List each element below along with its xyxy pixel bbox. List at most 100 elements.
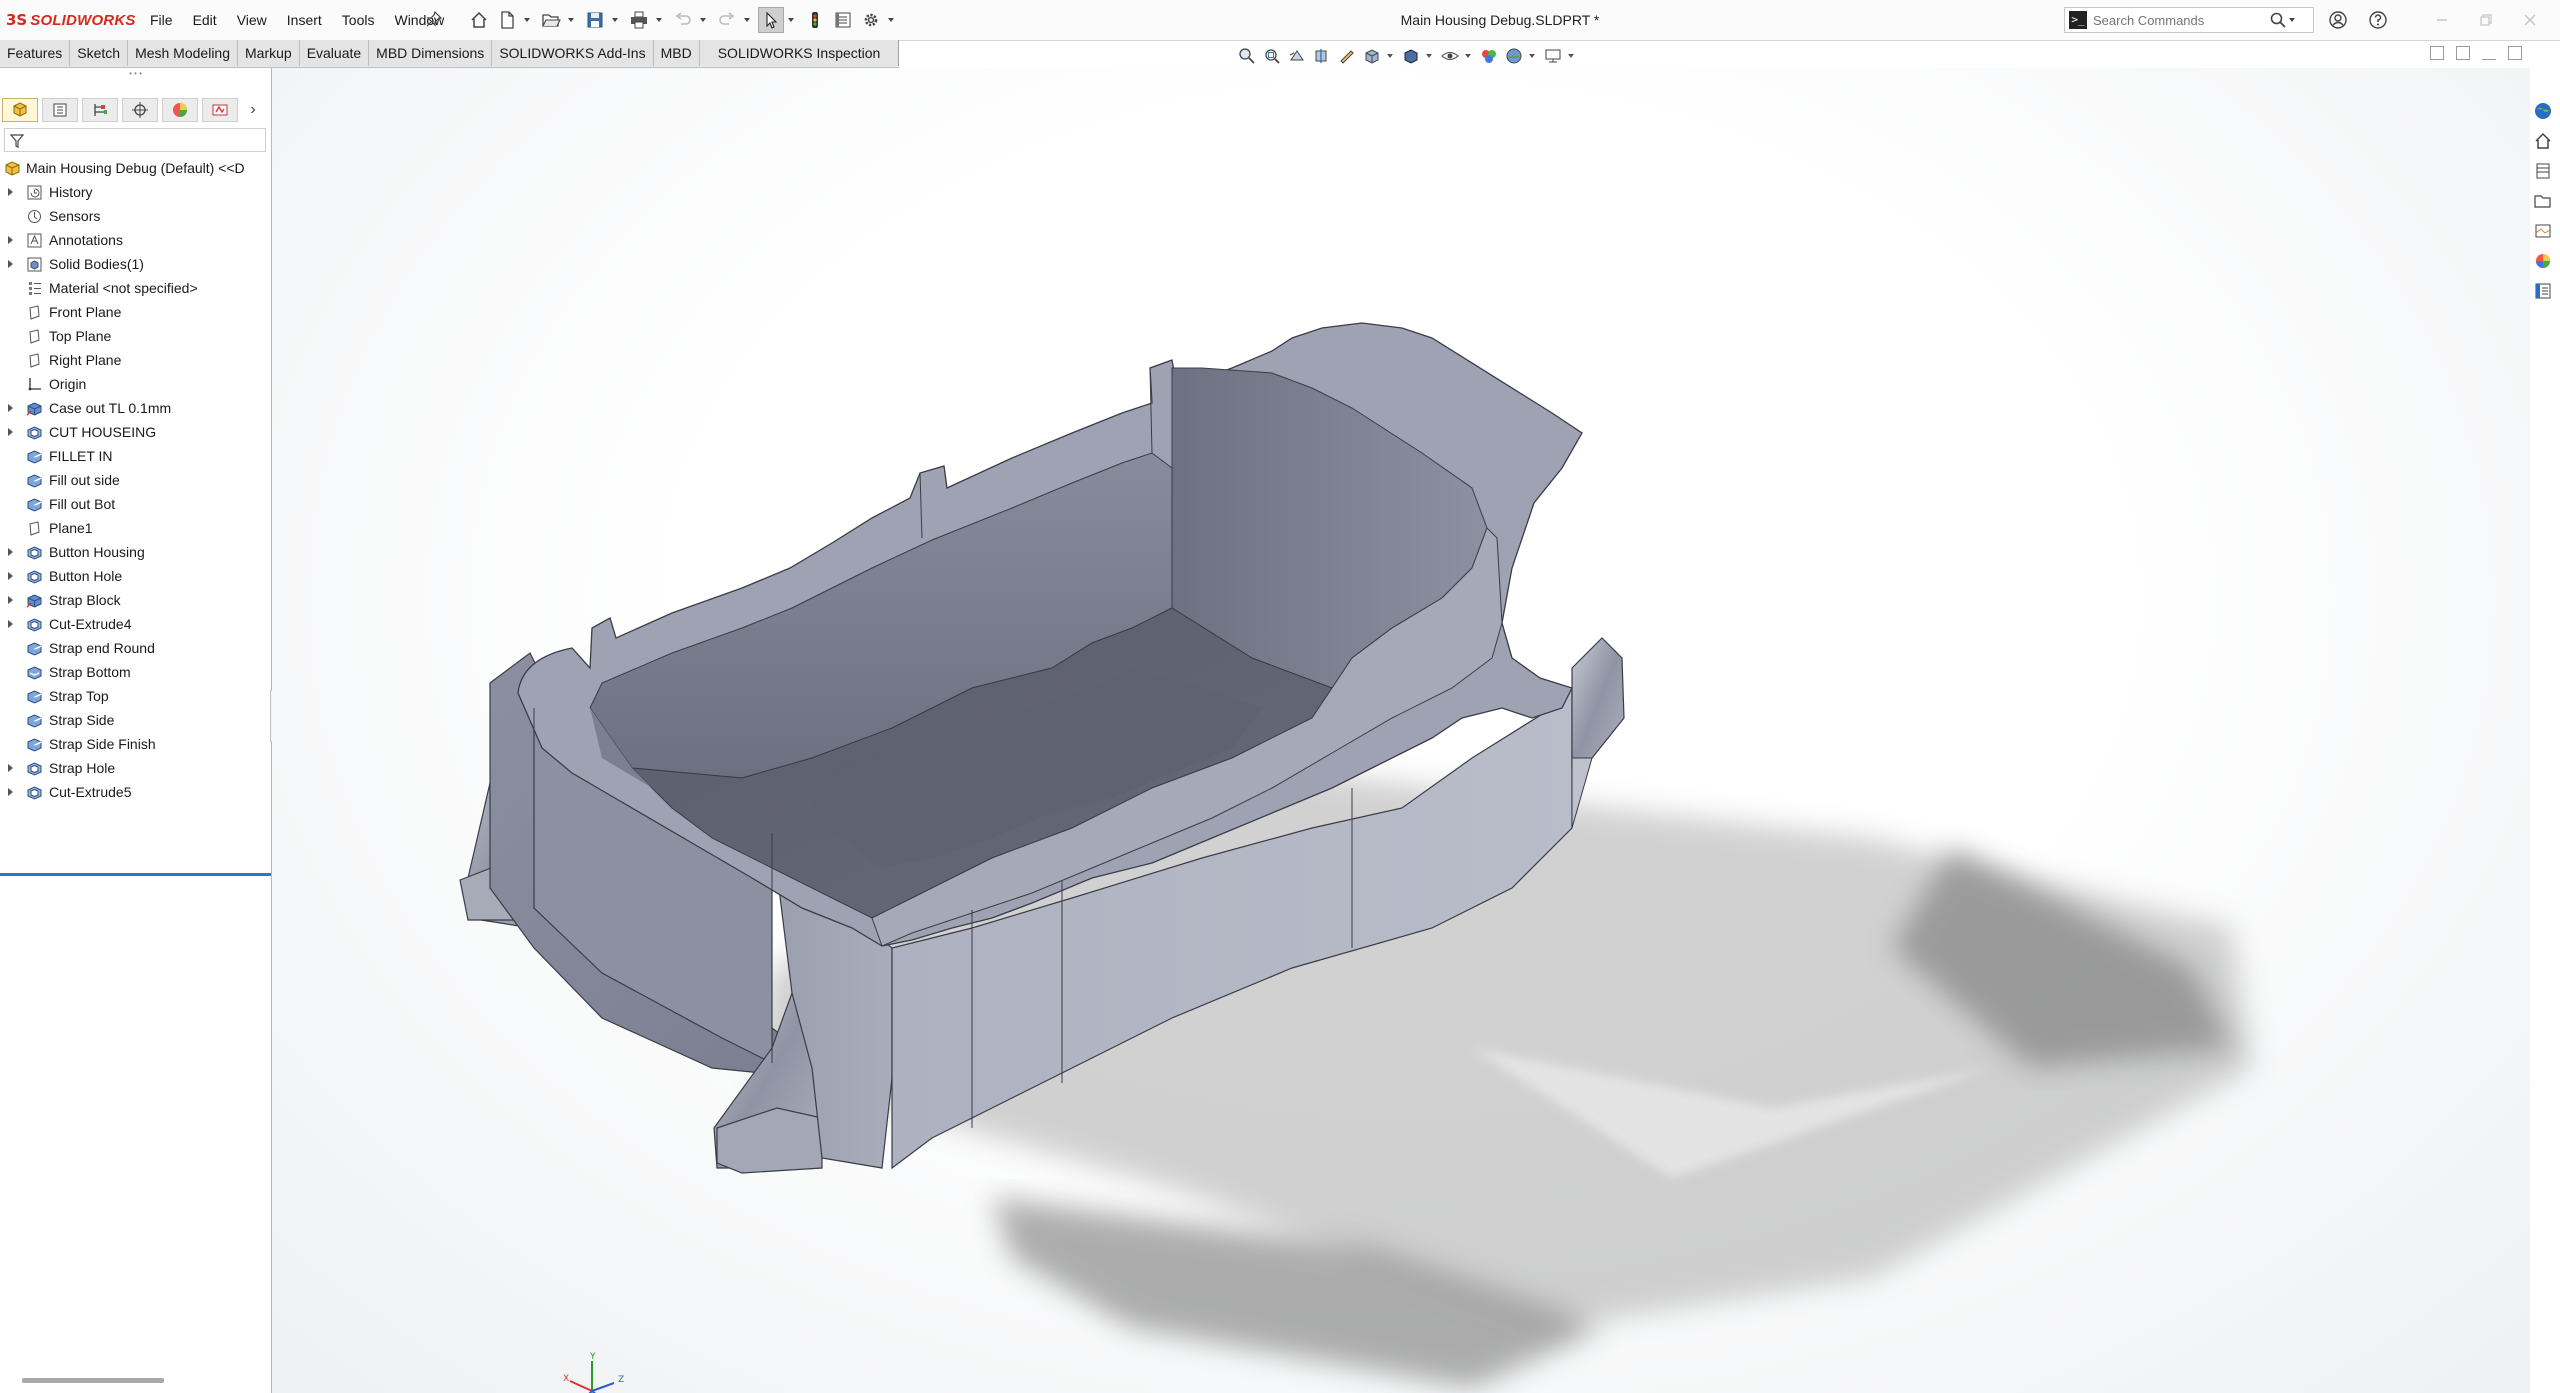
tree-item-plane1[interactable]: Plane1 (0, 516, 270, 540)
tree-item-annotations[interactable]: Annotations (0, 228, 270, 252)
view-settings-button[interactable] (1542, 45, 1564, 67)
tree-item-case-out-tl-0-1mm[interactable]: Case out TL 0.1mm (0, 396, 270, 420)
display-style-dropdown[interactable] (1425, 45, 1433, 67)
zoom-to-area-button[interactable] (1261, 45, 1283, 67)
displaymanager-tab[interactable] (162, 98, 198, 122)
new-document-button[interactable] (494, 7, 520, 33)
more-tabs-arrow[interactable]: › (242, 98, 264, 122)
custom-properties-tab[interactable] (2530, 278, 2556, 304)
home-button[interactable] (466, 7, 492, 33)
dynamic-annotation-button[interactable] (1336, 45, 1358, 67)
tree-item-strap-block[interactable]: Strap Block (0, 588, 270, 612)
search-commands-box[interactable]: >_ (2064, 7, 2314, 33)
help-button[interactable] (2366, 8, 2390, 32)
hide-show-dropdown[interactable] (1464, 45, 1472, 67)
tree-item-strap-end-round[interactable]: Strap end Round (0, 636, 270, 660)
tab-evaluate[interactable]: Evaluate (299, 40, 370, 66)
tree-item-history[interactable]: History (0, 180, 270, 204)
save-dropdown[interactable] (610, 7, 620, 33)
tree-root[interactable]: Main Housing Debug (Default) <<D (0, 156, 270, 180)
redo-button[interactable] (714, 7, 740, 33)
home-tab[interactable] (2530, 128, 2556, 154)
section-view-button[interactable] (1311, 45, 1333, 67)
search-dropdown[interactable] (2287, 11, 2297, 29)
menu-edit[interactable]: Edit (193, 12, 217, 28)
zoom-to-fit-button[interactable] (1236, 45, 1258, 67)
rebuild-button[interactable] (802, 7, 828, 33)
tree-item-cut-extrude4[interactable]: Cut-Extrude4 (0, 612, 270, 636)
tree-item-sensors[interactable]: Sensors (0, 204, 270, 228)
print-dropdown[interactable] (654, 7, 664, 33)
expand-arrow-icon[interactable] (6, 228, 16, 252)
expand-arrow-icon[interactable] (6, 756, 16, 780)
tree-item-front-plane[interactable]: Front Plane (0, 300, 270, 324)
file-properties-button[interactable] (830, 7, 856, 33)
tree-item-origin[interactable]: Origin (0, 372, 270, 396)
tree-item-right-plane[interactable]: Right Plane (0, 348, 270, 372)
design-library-tab[interactable] (2530, 158, 2556, 184)
cam-manager-tab[interactable] (202, 98, 238, 122)
viewport-minimize-button[interactable] (2482, 46, 2496, 60)
search-input[interactable] (2093, 12, 2263, 28)
expand-arrow-icon[interactable] (6, 612, 16, 636)
graphics-area[interactable]: Y X Z (272, 68, 2530, 1393)
select-button[interactable] (758, 7, 784, 33)
expand-arrow-icon[interactable] (6, 396, 16, 420)
apply-scene-button[interactable] (1503, 45, 1525, 67)
menu-file[interactable]: File (150, 12, 173, 28)
tree-item-strap-side-finish[interactable]: Strap Side Finish (0, 732, 270, 756)
solidworks-resources-tab[interactable] (2530, 98, 2556, 124)
view-palette-tab[interactable] (2530, 218, 2556, 244)
featuremanager-tab[interactable] (2, 98, 38, 122)
tab-solidworks-add-ins[interactable]: SOLIDWORKS Add-Ins (492, 40, 654, 66)
open-button[interactable] (538, 7, 564, 33)
tree-item-fillet-in[interactable]: FILLET IN (0, 444, 270, 468)
expand-arrow-icon[interactable] (6, 180, 16, 204)
tree-item-button-hole[interactable]: Button Hole (0, 564, 270, 588)
undo-dropdown[interactable] (698, 7, 708, 33)
tree-item-cut-extrude5[interactable]: Cut-Extrude5 (0, 780, 270, 804)
tree-item-cut-houseing[interactable]: CUT HOUSEING (0, 420, 270, 444)
display-style-button[interactable] (1400, 45, 1422, 67)
expand-arrow-icon[interactable] (6, 780, 16, 804)
tab-mbd[interactable]: MBD (653, 40, 700, 66)
tab-mesh-modeling[interactable]: Mesh Modeling (128, 40, 238, 66)
scene-dropdown[interactable] (1528, 45, 1536, 67)
file-explorer-tab[interactable] (2530, 188, 2556, 214)
tree-item-button-housing[interactable]: Button Housing (0, 540, 270, 564)
rollback-bar[interactable] (0, 873, 271, 876)
appearances-tab[interactable] (2530, 248, 2556, 274)
save-button[interactable] (582, 7, 608, 33)
tree-item-fill-out-side[interactable]: Fill out side (0, 468, 270, 492)
propertymanager-tab[interactable] (42, 98, 78, 122)
options-button[interactable] (858, 7, 884, 33)
tree-item-top-plane[interactable]: Top Plane (0, 324, 270, 348)
previous-view-button[interactable] (1286, 45, 1308, 67)
redo-dropdown[interactable] (742, 7, 752, 33)
edit-appearance-button[interactable] (1478, 45, 1500, 67)
tree-item-strap-bottom[interactable]: Strap Bottom (0, 660, 270, 684)
configurationmanager-tab[interactable] (82, 98, 118, 122)
expand-arrow-icon[interactable] (6, 564, 16, 588)
hide-show-items-button[interactable] (1439, 45, 1461, 67)
expand-arrow-icon[interactable] (6, 420, 16, 444)
tab-solidworks-inspection[interactable]: SOLIDWORKS Inspection (699, 40, 900, 66)
user-account-button[interactable] (2326, 8, 2350, 32)
menu-view[interactable]: View (237, 12, 267, 28)
pin-menu-icon[interactable] (426, 11, 442, 27)
undo-button[interactable] (670, 7, 696, 33)
tree-item-material-not-specified[interactable]: Material <not specified> (0, 276, 270, 300)
tree-item-solid-bodies-1[interactable]: Solid Bodies(1) (0, 252, 270, 276)
view-orientation-button[interactable] (1361, 45, 1383, 67)
tree-item-strap-side[interactable]: Strap Side (0, 708, 270, 732)
tab-features[interactable]: Features (0, 40, 71, 66)
select-dropdown[interactable] (786, 7, 796, 33)
viewport-maximize-button[interactable] (2508, 46, 2522, 60)
dimxpertmanager-tab[interactable] (122, 98, 158, 122)
close-button[interactable] (2508, 0, 2552, 40)
tree-filter-box[interactable] (4, 128, 266, 152)
minimize-button[interactable] (2420, 0, 2464, 40)
tree-item-strap-hole[interactable]: Strap Hole (0, 756, 270, 780)
tab-mbd-dimensions[interactable]: MBD Dimensions (369, 40, 493, 66)
horizontal-scrollbar[interactable] (22, 1378, 164, 1383)
